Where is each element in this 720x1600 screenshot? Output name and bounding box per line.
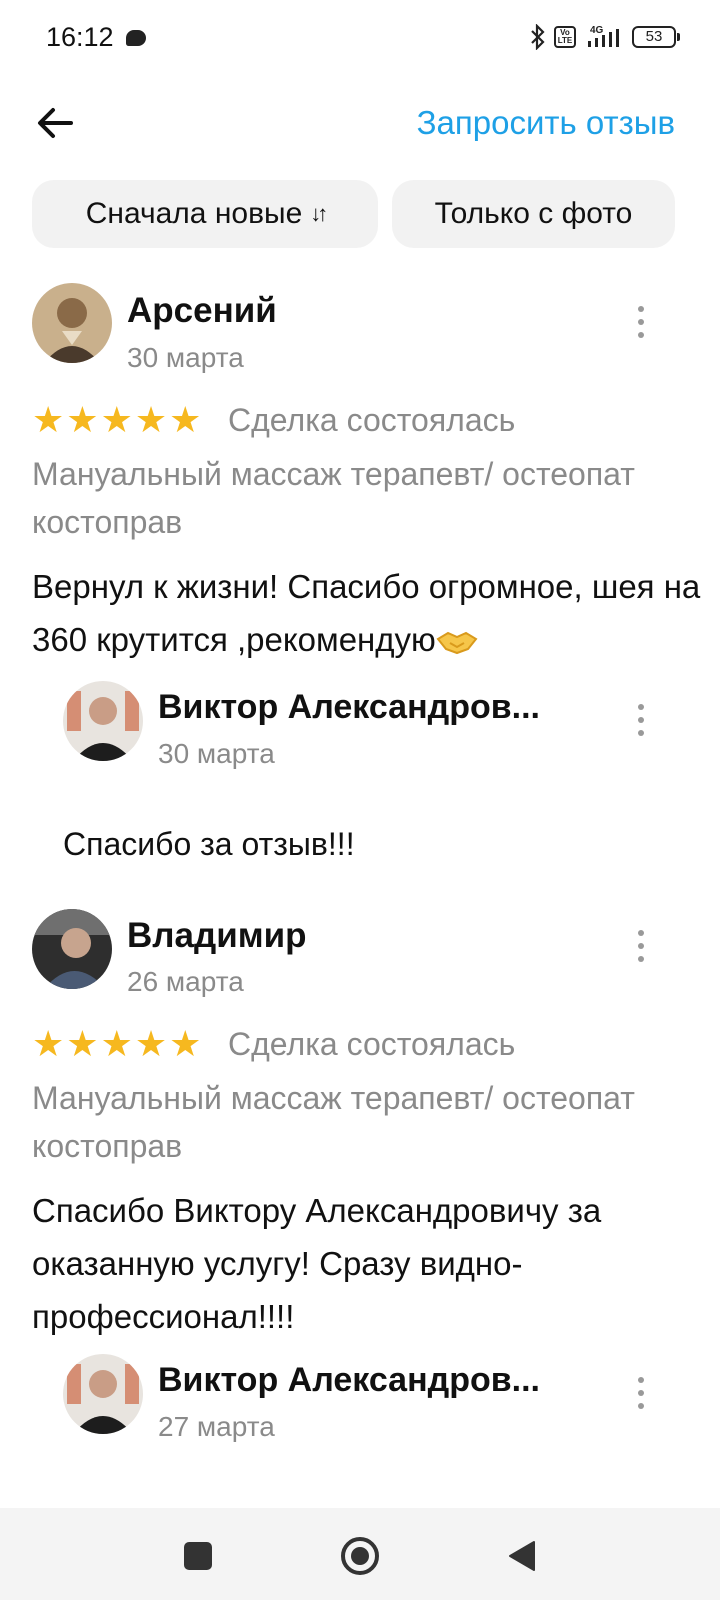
star-icon: ★ <box>66 1023 99 1064</box>
reply-avatar[interactable] <box>63 681 143 761</box>
review-text: Вернул к жизни! Спасибо огромное, шея на… <box>32 560 702 666</box>
review-text-body: Вернул к жизни! Спасибо огромное, шея на… <box>32 568 701 658</box>
star-icon: ★ <box>134 1023 168 1064</box>
system-nav-bar <box>0 1508 720 1600</box>
avatar[interactable] <box>32 909 112 989</box>
recent-apps-button[interactable] <box>178 1536 218 1576</box>
review-text: Спасибо Виктору Александровичу за оказан… <box>32 1192 602 1335</box>
handshake-emoji <box>436 631 478 655</box>
review-author[interactable]: Владимир <box>127 916 307 956</box>
star-icon: ★ <box>169 1023 202 1064</box>
more-vertical-icon <box>638 1377 644 1383</box>
photo-only-chip-label: Только с фото <box>434 197 633 230</box>
review-author[interactable]: Арсений <box>127 291 277 331</box>
reply-author[interactable]: Виктор Александров... <box>158 1361 540 1400</box>
reply-more-button[interactable] <box>626 1373 656 1413</box>
battery-icon: 53 <box>632 26 680 48</box>
star-icon: ★ <box>32 399 65 440</box>
sort-chip[interactable]: Сначала новые ↓↑ <box>32 180 378 248</box>
chat-notification-icon <box>126 30 146 46</box>
deal-status: Сделка состоялась <box>228 402 516 438</box>
volte-icon: Vo LTE <box>554 26 576 48</box>
sort-chip-label: Сначала новые <box>85 197 303 230</box>
request-review-link[interactable]: Запросить отзыв <box>417 104 675 142</box>
avatar[interactable] <box>32 283 112 363</box>
review-service: Мануальный массаж терапевт/ остеопат кос… <box>32 456 635 540</box>
back-button[interactable] <box>30 100 80 146</box>
nav-square-icon <box>184 1542 212 1570</box>
sort-icon: ↓↑ <box>310 201 328 226</box>
reply-author[interactable]: Виктор Александров... <box>158 688 540 727</box>
star-icon: ★ <box>100 399 133 440</box>
rating-stars: ★ ★ ★ ★ ★ <box>32 1026 201 1062</box>
review-more-button[interactable] <box>626 926 656 966</box>
status-time: 16:12 <box>46 22 114 52</box>
nav-back-triangle-icon <box>509 1541 535 1571</box>
star-icon: ★ <box>169 399 202 440</box>
bluetooth-icon <box>530 24 546 50</box>
star-icon: ★ <box>134 399 168 440</box>
deal-status: Сделка состоялась <box>228 1026 516 1062</box>
star-icon: ★ <box>100 1023 133 1064</box>
more-vertical-icon <box>638 306 644 312</box>
nav-circle-icon <box>341 1537 379 1575</box>
review-date: 26 марта <box>127 966 244 997</box>
more-vertical-icon <box>638 704 644 710</box>
review-date: 30 марта <box>127 342 244 373</box>
review-more-button[interactable] <box>626 302 656 342</box>
signal-icon: 4G <box>584 24 624 50</box>
back-nav-button[interactable] <box>502 1536 542 1576</box>
star-icon: ★ <box>66 399 99 440</box>
reply-avatar[interactable] <box>63 1354 143 1434</box>
more-vertical-icon <box>638 930 644 936</box>
reviews-screen: 16:12 Vo LTE 4G 53 Запросить отзыв Снача… <box>0 0 720 1600</box>
reply-text: Спасибо за отзыв!!! <box>63 826 355 862</box>
status-icons: Vo LTE 4G 53 <box>530 22 680 52</box>
star-icon: ★ <box>32 1023 65 1064</box>
reply-more-button[interactable] <box>626 700 656 740</box>
review-service: Мануальный массаж терапевт/ остеопат кос… <box>32 1080 635 1164</box>
svg-text:4G: 4G <box>590 25 604 36</box>
reply-date: 30 марта <box>158 738 275 769</box>
rating-stars: ★ ★ ★ ★ ★ <box>32 402 201 438</box>
status-bar: 16:12 Vo LTE 4G 53 <box>0 0 720 80</box>
back-arrow-icon <box>38 108 73 138</box>
reply-date: 27 марта <box>158 1411 275 1442</box>
photo-only-chip[interactable]: Только с фото <box>392 180 675 248</box>
home-button[interactable] <box>340 1536 380 1576</box>
